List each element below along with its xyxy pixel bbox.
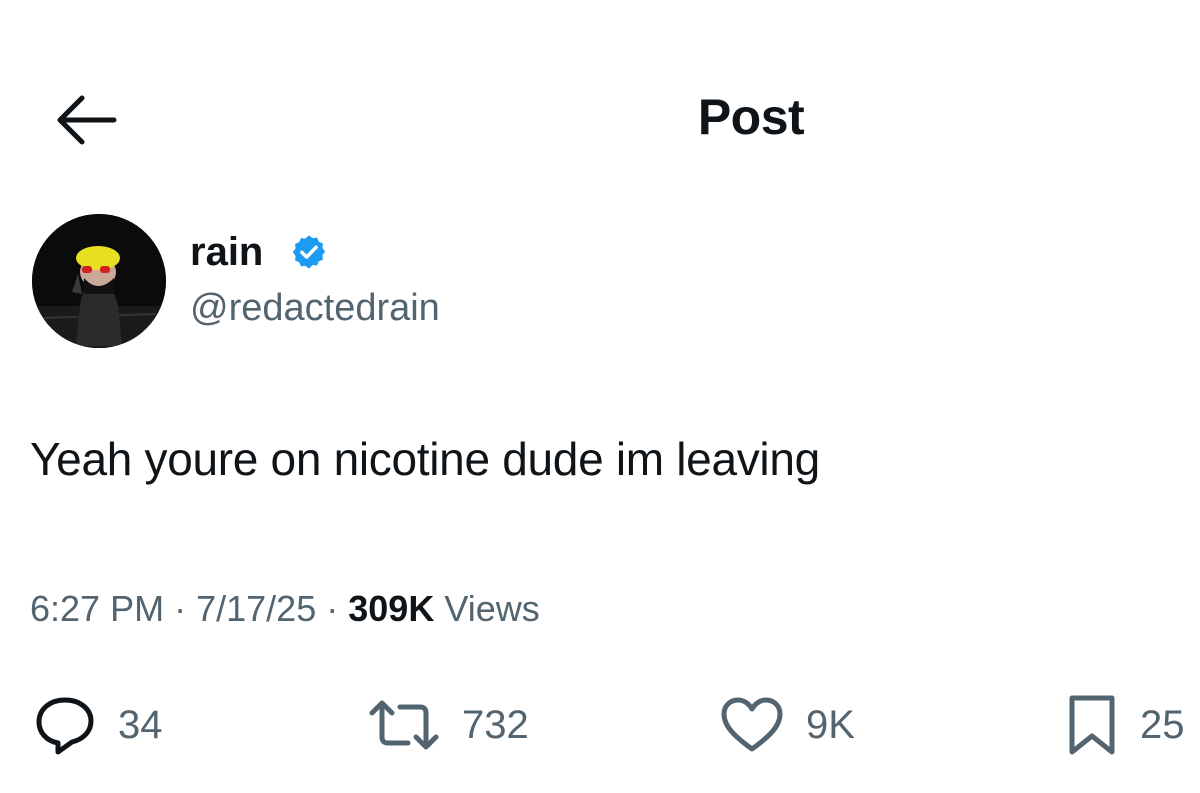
- verified-badge-icon: [290, 233, 328, 271]
- page-title: Post: [697, 89, 805, 145]
- bookmark-icon: [1069, 695, 1115, 755]
- like-button[interactable]: 9K: [720, 690, 855, 760]
- bookmark-count: 25: [1140, 702, 1185, 747]
- views-label: Views: [444, 588, 540, 629]
- repost-icon: [369, 700, 439, 750]
- repost-button[interactable]: 732: [368, 690, 529, 760]
- reply-count: 34: [118, 702, 163, 747]
- post-date[interactable]: 7/17/25: [196, 588, 316, 629]
- reply-icon: [36, 697, 94, 755]
- post-time[interactable]: 6:27 PM: [30, 588, 164, 629]
- repost-count: 732: [462, 702, 529, 747]
- avatar[interactable]: [32, 214, 166, 348]
- post-meta: 6:27 PM · 7/17/25 · 309K Views: [30, 588, 540, 630]
- avatar-image: [32, 214, 166, 348]
- action-bar: 34 732 9K 25: [0, 690, 1200, 760]
- separator: ·: [326, 588, 339, 629]
- views-count: 309K: [348, 588, 435, 629]
- like-count: 9K: [806, 702, 855, 747]
- reply-button[interactable]: 34: [34, 690, 163, 760]
- separator: ·: [174, 588, 187, 629]
- post-text: Yeah youre on nicotine dude im leaving: [30, 433, 820, 485]
- top-bar: Post: [0, 0, 1200, 200]
- bookmark-button[interactable]: 25: [1066, 690, 1185, 760]
- display-name[interactable]: rain: [190, 230, 263, 275]
- heart-icon: [721, 697, 783, 752]
- user-handle[interactable]: @redactedrain: [190, 287, 440, 330]
